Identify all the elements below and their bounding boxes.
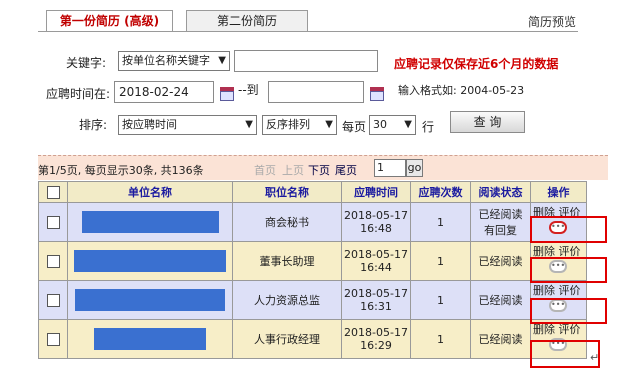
date-to-input[interactable] <box>268 81 364 103</box>
delete-link[interactable]: 删除 <box>533 323 555 336</box>
date-format-hint: 输入格式如: 2004-05-23 <box>398 84 525 97</box>
chevron-down-icon: ▼ <box>325 119 333 130</box>
redacted-company-name <box>81 211 219 233</box>
select-all-checkbox[interactable] <box>46 185 60 199</box>
table-row: 人力资源总监 2018-05-17 16:31 1 已经阅读 删除 评价 ••• <box>38 280 587 320</box>
per-page-value: 30 <box>373 118 387 131</box>
table-row: 董事长助理 2018-05-17 16:44 1 已经阅读 删除 评价 ••• <box>38 241 587 281</box>
date-label: 应聘时间在: <box>46 87 111 101</box>
header-company: 单位名称 <box>67 181 233 203</box>
results-table: 单位名称 职位名称 应聘时间 应聘次数 阅读状态 操作 商会秘书 2018-05… <box>38 181 587 359</box>
read-status-cell: 已经阅读 <box>470 319 531 359</box>
evaluate-link[interactable]: 评价 <box>559 323 581 336</box>
highlight-box <box>530 257 607 283</box>
tab-first-resume[interactable]: 第一份简历 (高级) <box>46 10 173 32</box>
select-all-cell[interactable] <box>38 181 68 203</box>
per-page-select[interactable]: 30 ▼ <box>369 115 416 135</box>
apply-count-cell: 1 <box>410 241 471 281</box>
highlight-box <box>530 298 607 324</box>
first-page-link[interactable]: 首页 <box>254 162 276 178</box>
apply-time-cell: 2018-05-17 16:48 <box>341 202 411 242</box>
table-row: 商会秘书 2018-05-17 16:48 1 已经阅读 有回复 删除 评价 ••• <box>38 202 587 242</box>
header-read-status: 阅读状态 <box>470 181 531 203</box>
sort-label: 排序: <box>79 118 108 132</box>
per-page-label: 每页 <box>342 120 367 134</box>
position-cell[interactable]: 人事行政经理 <box>232 319 342 359</box>
read-status-cell: 已经阅读 <box>470 280 531 320</box>
keyword-type-value: 按单位名称关键字 <box>122 54 210 67</box>
row-checkbox[interactable] <box>46 293 60 307</box>
pager-summary: 第1/5页, 每页显示30条, 共136条 <box>38 164 204 177</box>
table-header-row: 单位名称 职位名称 应聘时间 应聘次数 阅读状态 操作 <box>38 181 587 203</box>
highlight-box <box>530 216 607 243</box>
rows-label: 行 <box>422 120 435 134</box>
calendar-icon[interactable] <box>220 87 234 101</box>
apply-count-cell: 1 <box>410 319 471 359</box>
next-page-link[interactable]: 下页 <box>308 162 330 178</box>
redacted-company-name <box>75 289 225 311</box>
chevron-down-icon: ▼ <box>404 119 412 130</box>
tab-divider <box>38 31 578 32</box>
keyword-label: 关键字: <box>66 56 107 70</box>
calendar-icon[interactable] <box>370 87 384 101</box>
apply-time-cell: 2018-05-17 16:31 <box>341 280 411 320</box>
date-from-input[interactable]: 2018-02-24 <box>114 81 214 103</box>
chevron-down-icon: ▼ <box>218 55 226 66</box>
table-row: 人事行政经理 2018-05-17 16:29 1 已经阅读 删除 评价 ••• <box>38 319 587 359</box>
position-cell[interactable]: 人力资源总监 <box>232 280 342 320</box>
evaluate-link[interactable]: 评价 <box>559 284 581 297</box>
header-actions: 操作 <box>530 181 587 203</box>
go-button[interactable]: go <box>406 159 423 177</box>
page-number-input[interactable]: 1 <box>374 159 406 177</box>
sort-order-select[interactable]: 反序排列 ▼ <box>262 115 337 135</box>
date-separator: --到 <box>238 83 259 97</box>
chevron-down-icon: ▼ <box>245 119 253 130</box>
last-page-link[interactable]: 尾页 <box>335 162 357 178</box>
retention-note: 应聘记录仅保存近6个月的数据 <box>394 57 559 71</box>
header-apply-count: 应聘次数 <box>410 181 471 203</box>
row-checkbox[interactable] <box>46 254 60 268</box>
position-cell[interactable]: 商会秘书 <box>232 202 342 242</box>
header-apply-time: 应聘时间 <box>341 181 411 203</box>
apply-time-cell: 2018-05-17 16:44 <box>341 241 411 281</box>
tab-second-resume[interactable]: 第二份简历 <box>186 10 308 31</box>
delete-link[interactable]: 删除 <box>533 284 555 297</box>
sort-field-select[interactable]: 按应聘时间 ▼ <box>118 115 257 135</box>
resume-preview-link[interactable]: 简历预览 <box>528 13 576 30</box>
paragraph-mark-icon: ↵ <box>590 351 600 364</box>
sort-field-value: 按应聘时间 <box>122 118 177 131</box>
redacted-company-name <box>74 250 226 272</box>
redacted-company-name <box>94 328 206 350</box>
query-button[interactable]: 查 询 <box>450 111 525 133</box>
position-cell[interactable]: 董事长助理 <box>232 241 342 281</box>
row-checkbox[interactable] <box>46 215 60 229</box>
keyword-type-select[interactable]: 按单位名称关键字 ▼ <box>118 51 230 71</box>
sort-order-value: 反序排列 <box>266 118 310 131</box>
apply-count-cell: 1 <box>410 280 471 320</box>
read-status-cell: 已经阅读 有回复 <box>470 202 531 242</box>
row-checkbox[interactable] <box>46 332 60 346</box>
apply-count-cell: 1 <box>410 202 471 242</box>
read-status-cell: 已经阅读 <box>470 241 531 281</box>
apply-time-cell: 2018-05-17 16:29 <box>341 319 411 359</box>
header-position: 职位名称 <box>232 181 342 203</box>
keyword-input[interactable] <box>234 50 378 72</box>
prev-page-link[interactable]: 上页 <box>282 162 304 178</box>
